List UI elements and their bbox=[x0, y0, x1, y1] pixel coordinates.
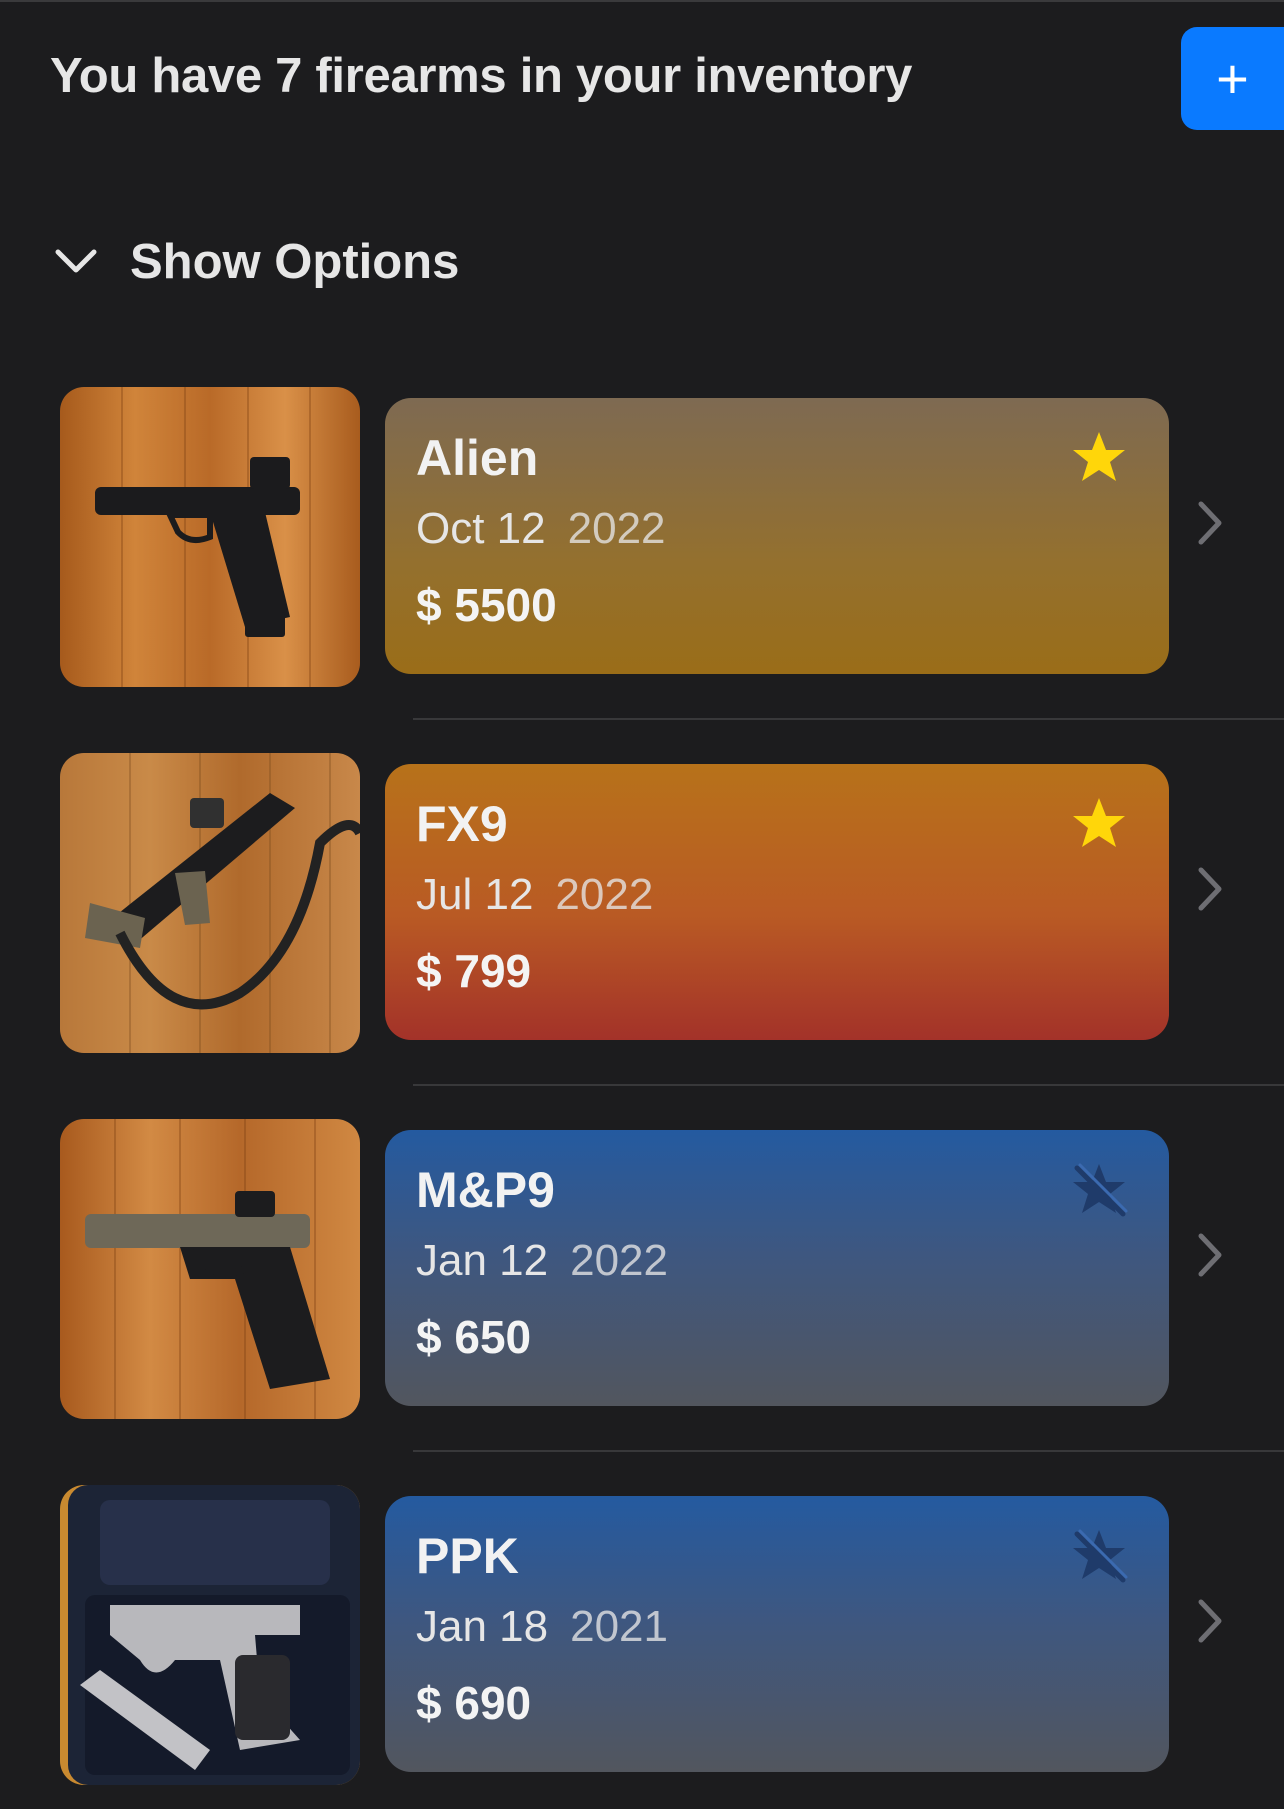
firearm-card[interactable]: PPK Jan 18 2021 $ 690 bbox=[385, 1496, 1169, 1772]
show-options-toggle[interactable]: Show Options bbox=[52, 228, 459, 296]
purchase-date: Jan 12 2022 bbox=[416, 1235, 1169, 1287]
firearm-name: FX9 bbox=[416, 796, 508, 852]
purchase-date-year: 2022 bbox=[570, 1236, 668, 1285]
firearm-price: $ 650 bbox=[416, 1311, 532, 1363]
show-options-label: Show Options bbox=[130, 235, 460, 289]
unfavorite-star-icon[interactable] bbox=[1069, 1526, 1129, 1586]
row-divider bbox=[413, 718, 1284, 720]
chevron-down-icon bbox=[55, 249, 97, 273]
purchase-date-day: Jan 12 bbox=[416, 1236, 549, 1285]
firearm-photo[interactable] bbox=[60, 387, 360, 687]
firearm-price: $ 690 bbox=[416, 1677, 532, 1729]
firearm-name: PPK bbox=[416, 1528, 519, 1584]
firearm-photo[interactable] bbox=[60, 753, 360, 1053]
chevron-right-icon[interactable] bbox=[1197, 1232, 1223, 1278]
firearm-price: $ 5500 bbox=[416, 579, 557, 631]
chevron-right-icon[interactable] bbox=[1197, 1598, 1223, 1644]
firearm-photo[interactable] bbox=[60, 1119, 360, 1419]
list-item[interactable]: PPK Jan 18 2021 $ 690 bbox=[0, 1485, 1284, 1785]
firearm-card[interactable]: Alien Oct 12 2022 $ 5500 bbox=[385, 398, 1169, 674]
favorite-star-icon[interactable] bbox=[1069, 428, 1129, 488]
purchase-date-day: Oct 12 bbox=[416, 504, 546, 553]
chevron-right-icon[interactable] bbox=[1197, 866, 1223, 912]
firearm-name: Alien bbox=[416, 430, 539, 486]
purchase-date-day: Jul 12 bbox=[416, 870, 534, 919]
firearm-name: M&P9 bbox=[416, 1162, 555, 1218]
firearm-photo[interactable] bbox=[60, 1485, 360, 1785]
purchase-date-year: 2021 bbox=[570, 1602, 668, 1651]
purchase-date-day: Jan 18 bbox=[416, 1602, 549, 1651]
firearm-card[interactable]: FX9 Jul 12 2022 $ 799 bbox=[385, 764, 1169, 1040]
purchase-date-year: 2022 bbox=[567, 504, 666, 553]
purchase-date: Oct 12 2022 bbox=[416, 503, 1169, 555]
list-item[interactable]: FX9 Jul 12 2022 $ 799 bbox=[0, 753, 1284, 1053]
chevron-right-icon[interactable] bbox=[1197, 500, 1223, 546]
list-item[interactable]: M&P9 Jan 12 2022 $ 650 bbox=[0, 1119, 1284, 1419]
firearm-price: $ 799 bbox=[416, 945, 532, 997]
plus-icon: + bbox=[1216, 46, 1249, 110]
purchase-date-year: 2022 bbox=[555, 870, 654, 919]
purchase-date: Jul 12 2022 bbox=[416, 869, 1169, 921]
row-divider bbox=[413, 1450, 1284, 1452]
list-item[interactable]: Alien Oct 12 2022 $ 5500 bbox=[0, 387, 1284, 687]
top-divider bbox=[0, 0, 1284, 2]
add-firearm-button[interactable]: + bbox=[1181, 27, 1284, 130]
page-title: You have 7 firearms in your inventory bbox=[50, 49, 913, 103]
unfavorite-star-icon[interactable] bbox=[1069, 1160, 1129, 1220]
row-divider bbox=[413, 1084, 1284, 1086]
firearm-card[interactable]: M&P9 Jan 12 2022 $ 650 bbox=[385, 1130, 1169, 1406]
favorite-star-icon[interactable] bbox=[1069, 794, 1129, 854]
purchase-date: Jan 18 2021 bbox=[416, 1601, 1169, 1653]
